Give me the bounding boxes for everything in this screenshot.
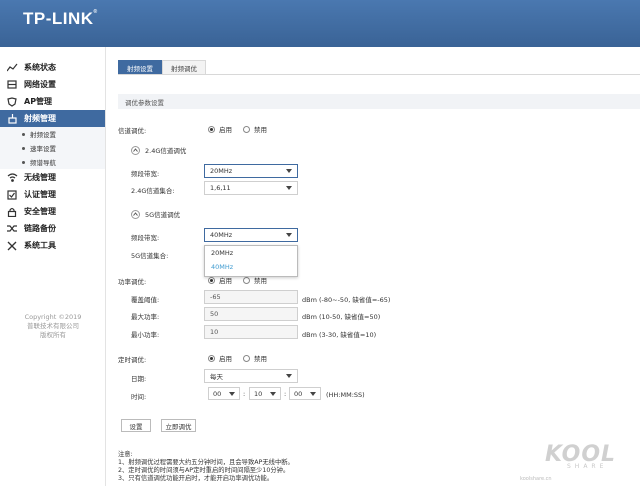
max-power-unit: dBm (10-50, 缺省值=50): [302, 313, 381, 321]
g5-collapse[interactable]: 5G信道调优: [131, 209, 180, 219]
chevron-down-icon: [286, 233, 292, 237]
shuffle-icon: [6, 224, 18, 234]
section-title: 调优参数设置: [118, 94, 640, 109]
sidebar-item-ap[interactable]: AP管理: [0, 93, 105, 110]
tab-radio-settings[interactable]: 射频设置: [118, 60, 162, 75]
chevron-down-icon: [229, 392, 235, 396]
min-power-input[interactable]: 10: [204, 325, 298, 339]
watermark-site: koolshare.cn: [520, 476, 552, 482]
chevron-down-icon: [286, 374, 292, 378]
time-format-hint: (HH:MM:SS): [326, 391, 365, 399]
g24-bandwidth-label: 频段带宽:: [131, 170, 160, 178]
g5-bandwidth-select[interactable]: 40MHz: [204, 228, 298, 242]
tools-icon: [6, 241, 18, 251]
timer-opt-enable-radio[interactable]: 启用: [208, 353, 232, 363]
g24-set-select[interactable]: 1,6,11: [204, 181, 298, 195]
sidebar-item-system-tools[interactable]: 系统工具: [0, 237, 105, 254]
copyright: Copyright ©2019 普联技术有限公司 版权所有: [24, 313, 82, 339]
notes: 注意: 1、射频调优过程需要大约五分钟时间，且会导致AP无线中断。 2、定时调优…: [118, 451, 294, 482]
koolshare-watermark: KOOL SHARE: [545, 442, 617, 470]
g24-collapse[interactable]: 2.4G信道调优: [131, 145, 186, 155]
lock-icon: [6, 207, 18, 217]
set-button[interactable]: 设置: [121, 419, 151, 432]
radio-frequency-icon: [6, 113, 18, 124]
auth-check-icon: [6, 189, 18, 200]
chevron-down-icon: [270, 392, 276, 396]
tab-bar: 射频设置 射频调优: [118, 60, 206, 75]
sidebar-item-radio[interactable]: 射频管理: [0, 110, 105, 127]
g5-bandwidth-dropdown: 20MHz 40MHz: [204, 245, 298, 277]
g5-set-label: 5G信道集合:: [131, 252, 169, 260]
option-20mhz[interactable]: 20MHz: [205, 246, 297, 260]
chevron-down-icon: [310, 392, 316, 396]
tab-radio-tuning[interactable]: 射频调优: [162, 60, 206, 75]
brand-logo: TP-LINK®: [23, 9, 98, 28]
shield-ap-icon: [6, 96, 18, 107]
top-header: TP-LINK®: [0, 0, 640, 47]
max-power-input[interactable]: 50: [204, 307, 298, 321]
g5-bandwidth-label: 频段带宽:: [131, 234, 160, 242]
sidebar-sub-rate-settings[interactable]: 速率设置: [0, 141, 105, 155]
g24-set-label: 2.4G信道集合:: [131, 187, 175, 195]
channel-opt-enable-radio[interactable]: 启用: [208, 124, 232, 134]
timer-opt-disable-radio[interactable]: 禁用: [243, 353, 267, 363]
power-opt-label: 功率调优:: [118, 278, 147, 286]
wifi-icon: [6, 173, 18, 183]
max-power-label: 最大功率:: [131, 313, 160, 321]
channel-opt-label: 信道调优:: [118, 127, 147, 135]
coverage-label: 覆盖阈值:: [131, 296, 160, 304]
sidebar-item-network[interactable]: 网络设置: [0, 76, 105, 93]
option-40mhz[interactable]: 40MHz: [205, 260, 297, 274]
sidebar-sub-radio-settings[interactable]: 射频设置: [0, 127, 105, 141]
chevron-down-icon: [286, 186, 292, 190]
coverage-unit: dBm (-80~-50, 缺省值=-65): [302, 296, 391, 304]
chart-line-icon: [6, 63, 18, 73]
coverage-input[interactable]: -65: [204, 290, 298, 304]
minute-select[interactable]: 10: [249, 387, 281, 400]
sidebar-item-system-status[interactable]: 系统状态: [0, 59, 105, 76]
sidebar-item-security[interactable]: 安全管理: [0, 203, 105, 220]
channel-opt-disable-radio[interactable]: 禁用: [243, 124, 267, 134]
sidebar-item-link-backup[interactable]: 链路备份: [0, 220, 105, 237]
sidebar-item-auth[interactable]: 认证管理: [0, 186, 105, 203]
chevron-down-icon: [286, 169, 292, 173]
network-icon: [6, 80, 18, 90]
g24-bandwidth-select[interactable]: 20MHz: [204, 164, 298, 178]
tune-now-button[interactable]: 立即调优: [161, 419, 196, 432]
chevron-up-icon: [131, 145, 140, 155]
chevron-up-icon: [131, 209, 140, 219]
sidebar-sub-spectrum-nav[interactable]: 频谱导航: [0, 155, 105, 169]
min-power-unit: dBm (3-30, 缺省值=10): [302, 331, 377, 339]
hour-select[interactable]: 00: [208, 387, 240, 400]
time-label: 时间:: [131, 393, 147, 401]
min-power-label: 最小功率:: [131, 331, 160, 339]
second-select[interactable]: 00: [289, 387, 321, 400]
sidebar: 系统状态 网络设置 AP管理 射频管理 射频设置 速率设置 频谱导航 无线管理 …: [0, 47, 106, 486]
date-label: 日期:: [131, 375, 147, 383]
timer-opt-label: 定时调优:: [118, 356, 147, 364]
sidebar-item-wireless[interactable]: 无线管理: [0, 169, 105, 186]
date-select[interactable]: 每天: [204, 369, 298, 383]
